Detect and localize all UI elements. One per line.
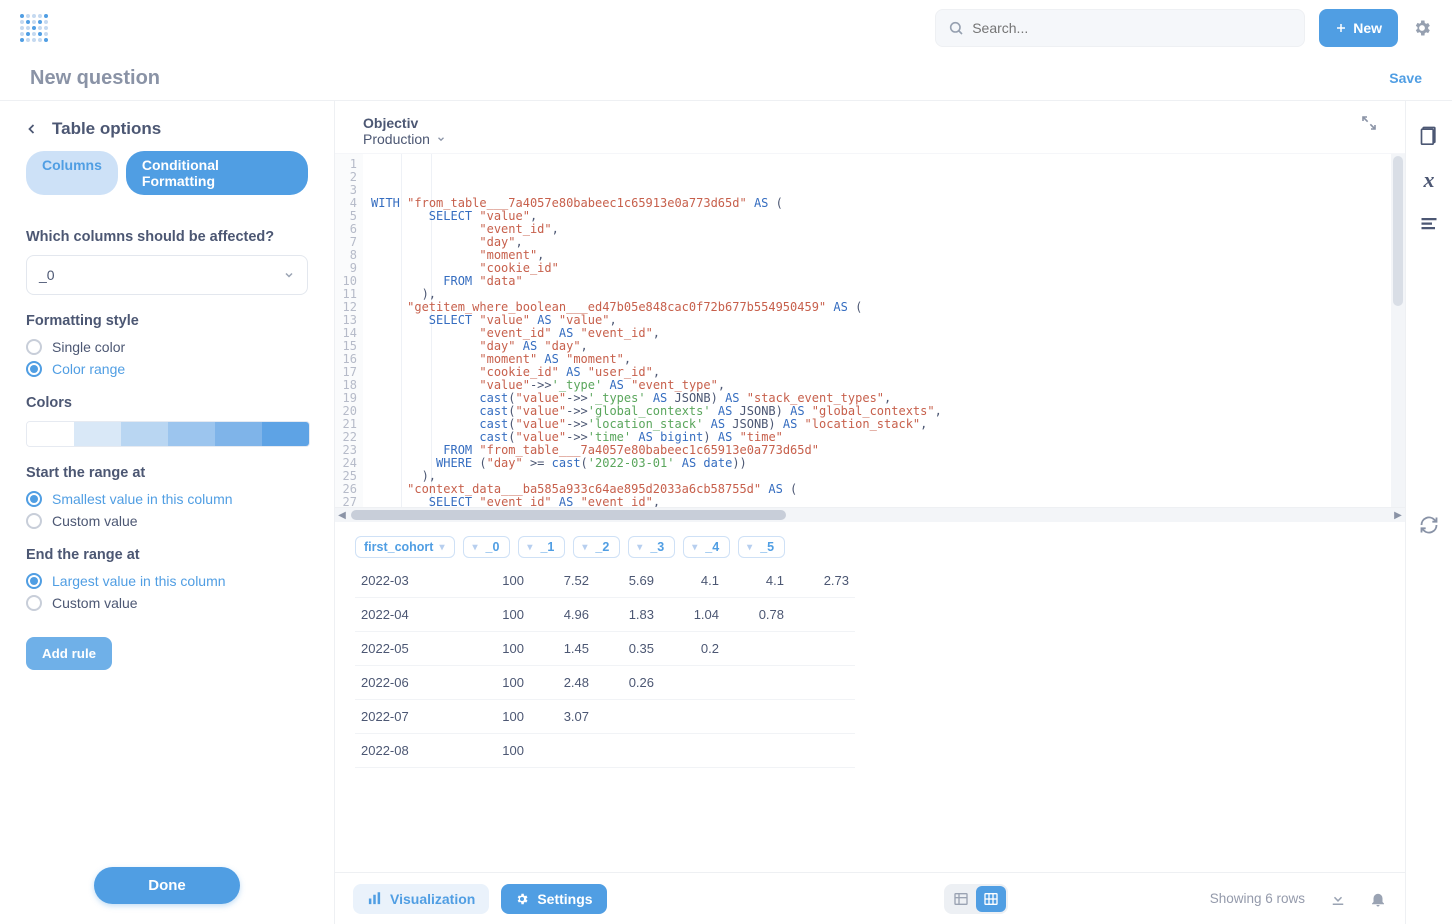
radio-end-largest-label: Largest value in this column — [52, 573, 226, 589]
new-button[interactable]: New — [1319, 9, 1398, 47]
visualization-button[interactable]: Visualization — [353, 884, 489, 914]
gear-icon — [515, 892, 529, 906]
affected-columns-value: _0 — [39, 267, 55, 283]
chart-icon — [367, 891, 382, 906]
settings-gear-icon[interactable] — [1412, 18, 1432, 38]
table-row: 2022-051001.450.350.2 — [355, 632, 855, 666]
view-grid-icon[interactable] — [976, 886, 1006, 912]
visualization-label: Visualization — [390, 891, 475, 907]
save-link[interactable]: Save — [1389, 70, 1422, 86]
column-header-_5[interactable]: ▾_5 — [738, 536, 785, 558]
table-row: 2022-031007.525.694.14.12.73 — [355, 564, 855, 598]
radio-end-custom[interactable]: Custom value — [26, 595, 308, 611]
refresh-icon[interactable] — [1419, 515, 1439, 535]
scroll-right-icon[interactable]: ▶ — [1391, 508, 1405, 522]
table-row: 2022-071003.07 — [355, 700, 855, 734]
new-button-label: New — [1353, 20, 1382, 36]
formatting-style-label: Formatting style — [26, 313, 308, 329]
editor-horizontal-scrollbar[interactable]: ◀ ▶ — [335, 508, 1405, 522]
tab-conditional-formatting[interactable]: Conditional Formatting — [126, 151, 308, 195]
settings-label: Settings — [537, 891, 592, 907]
affected-columns-select[interactable]: _0 — [26, 255, 308, 295]
radio-start-custom-label: Custom value — [52, 513, 138, 529]
column-header-_0[interactable]: ▾_0 — [463, 536, 510, 558]
table-row: 2022-08100 — [355, 734, 855, 768]
radio-start-smallest-label: Smallest value in this column — [52, 491, 233, 507]
search-icon — [948, 20, 964, 36]
done-button[interactable]: Done — [94, 867, 240, 904]
start-range-label: Start the range at — [26, 465, 308, 481]
chevron-down-icon — [283, 269, 295, 281]
radio-icon — [26, 595, 42, 611]
snippet-icon[interactable] — [1419, 215, 1439, 233]
radio-icon — [26, 491, 42, 507]
radio-single-label: Single color — [52, 339, 125, 355]
radio-icon — [26, 361, 42, 377]
bell-icon[interactable] — [1369, 890, 1387, 908]
search-box[interactable] — [935, 9, 1305, 47]
database-name: Objectiv — [363, 115, 446, 131]
back-chevron-icon[interactable] — [26, 121, 38, 137]
radio-start-custom[interactable]: Custom value — [26, 513, 308, 529]
download-icon[interactable] — [1329, 890, 1347, 908]
radio-range-label: Color range — [52, 361, 125, 377]
sql-editor[interactable]: 1234567891011121314151617181920212223242… — [335, 153, 1405, 508]
table-row: 2022-061002.480.26 — [355, 666, 855, 700]
editor-side-rail: x — [1406, 101, 1452, 924]
view-mode-toggle — [944, 884, 1008, 914]
affected-columns-label: Which columns should be affected? — [26, 229, 308, 245]
variable-icon[interactable]: x — [1424, 167, 1435, 193]
tab-columns[interactable]: Columns — [26, 151, 118, 195]
reference-icon[interactable] — [1419, 125, 1439, 145]
results-table: 2022-031007.525.694.14.12.732022-041004.… — [355, 564, 855, 768]
add-rule-button[interactable]: Add rule — [26, 637, 112, 670]
collapse-editor-icon[interactable] — [1361, 115, 1377, 131]
plus-icon — [1335, 22, 1347, 34]
column-header-_3[interactable]: ▾_3 — [628, 536, 675, 558]
radio-icon — [26, 573, 42, 589]
scroll-left-icon[interactable]: ◀ — [335, 508, 349, 522]
sidebar-title: Table options — [52, 119, 161, 139]
column-header-_2[interactable]: ▾_2 — [573, 536, 620, 558]
row-count-label: Showing 6 rows — [1210, 891, 1305, 906]
color-swatches[interactable] — [26, 421, 310, 447]
column-header-first_cohort[interactable]: first_cohort▾ — [355, 536, 455, 558]
radio-end-custom-label: Custom value — [52, 595, 138, 611]
colors-label: Colors — [26, 395, 308, 411]
options-sidebar: Table options Columns Conditional Format… — [0, 101, 335, 924]
radio-single-color[interactable]: Single color — [26, 339, 308, 355]
column-header-_4[interactable]: ▾_4 — [683, 536, 730, 558]
page-title: New question — [30, 67, 160, 90]
editor-vertical-scrollbar[interactable] — [1391, 154, 1405, 507]
table-row: 2022-041004.961.831.040.78 — [355, 598, 855, 632]
search-input[interactable] — [972, 20, 1292, 36]
view-table-icon[interactable] — [946, 886, 976, 912]
radio-icon — [26, 513, 42, 529]
settings-button[interactable]: Settings — [501, 884, 606, 914]
radio-start-smallest[interactable]: Smallest value in this column — [26, 491, 308, 507]
app-logo[interactable] — [20, 14, 48, 42]
radio-icon — [26, 339, 42, 355]
end-range-label: End the range at — [26, 547, 308, 563]
column-header-_1[interactable]: ▾_1 — [518, 536, 565, 558]
radio-end-largest[interactable]: Largest value in this column — [26, 573, 308, 589]
radio-color-range[interactable]: Color range — [26, 361, 308, 377]
schema-name: Production — [363, 131, 430, 147]
schema-select[interactable]: Production — [363, 131, 446, 147]
